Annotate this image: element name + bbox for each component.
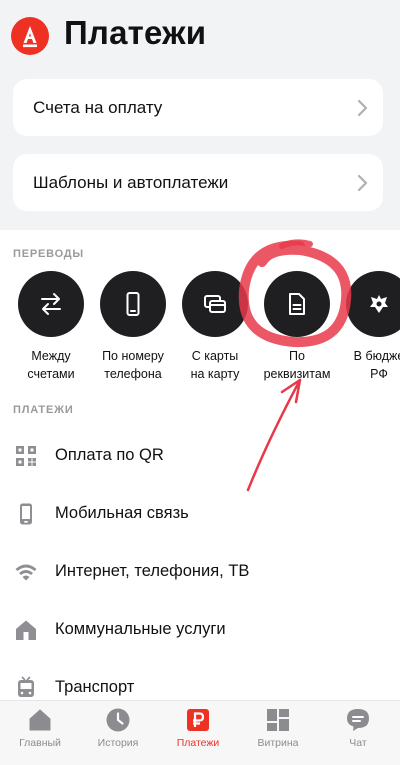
payment-internet[interactable]: Интернет, телефония, ТВ (0, 552, 400, 592)
transfer-label: По реквизитам (263, 349, 331, 381)
tab-label: Витрина (257, 737, 299, 749)
invoices-label: Счета на оплату (33, 98, 163, 117)
payments-section-label: ПЛАТЕЖИ (13, 404, 74, 416)
tab-label: История (97, 737, 139, 749)
transfers-section-label: ПЕРЕВОДЫ (13, 248, 85, 260)
transfer-by-details[interactable]: По реквизитам (256, 271, 338, 383)
tab-history[interactable]: История (78, 707, 158, 749)
emblem-icon (370, 295, 388, 313)
transfer-icon-circle (100, 271, 166, 337)
wifi-icon (15, 564, 37, 581)
tab-label: Главный (19, 737, 61, 749)
transfer-label: В бюдже РФ (353, 349, 400, 381)
transfer-by-phone[interactable]: По номеру телефона (92, 271, 174, 383)
page-title: Платежи (64, 14, 207, 51)
transfer-label: По номеру телефона (102, 349, 164, 381)
payment-label: Интернет, телефония, ТВ (55, 562, 250, 580)
tab-home[interactable]: Главный (0, 707, 80, 749)
payment-utilities[interactable]: Коммунальные услуги (0, 610, 400, 650)
transfer-label: Между счетами (27, 349, 75, 381)
invoices-card[interactable]: Счета на оплату (13, 79, 383, 136)
phone-icon (126, 292, 140, 316)
chevron-right-icon (357, 174, 368, 192)
tab-showcase[interactable]: Витрина (238, 707, 318, 749)
transfer-icon-circle (346, 271, 400, 337)
cards-icon (204, 295, 226, 313)
swap-arrows-icon (41, 293, 61, 315)
transfer-icon-circle (182, 271, 248, 337)
tab-payments[interactable]: Платежи (158, 707, 238, 749)
chat-icon (345, 707, 371, 733)
transfer-to-budget[interactable]: В бюдже РФ (338, 271, 400, 383)
transfers-row: Между счетами По номеру телефона С карты… (0, 271, 400, 391)
payment-label: Мобильная связь (55, 504, 189, 522)
transfer-icon-circle (264, 271, 330, 337)
transfer-label: С карты на карту (190, 349, 240, 381)
transfer-card-to-card[interactable]: С карты на карту (174, 271, 256, 383)
ruble-icon (185, 707, 211, 733)
bus-icon (18, 676, 34, 697)
home-icon (27, 707, 53, 733)
mobile-icon (20, 503, 32, 525)
payment-label: Коммунальные услуги (55, 620, 226, 638)
payment-qr[interactable]: Оплата по QR (0, 436, 400, 476)
tab-chat[interactable]: Чат (318, 707, 398, 749)
templates-card[interactable]: Шаблоны и автоплатежи (13, 154, 383, 211)
house-icon (16, 620, 36, 640)
bottom-tab-bar: Главный История Платежи Витрина Чат (0, 700, 400, 765)
chevron-right-icon (357, 99, 368, 117)
clock-icon (105, 707, 131, 733)
templates-label: Шаблоны и автоплатежи (33, 173, 229, 192)
payment-mobile[interactable]: Мобильная связь (0, 494, 400, 534)
payment-label: Транспорт (55, 678, 135, 696)
grid-icon (265, 707, 291, 733)
transfer-icon-circle (18, 271, 84, 337)
payment-label: Оплата по QR (55, 446, 164, 464)
annotation-circle-stroke (279, 239, 313, 249)
tab-label: Чат (349, 737, 367, 749)
qr-icon (16, 446, 36, 466)
tab-label: Платежи (176, 737, 220, 749)
transfer-between-accounts[interactable]: Между счетами (10, 271, 92, 383)
alfa-logo-icon (11, 17, 49, 55)
document-icon (289, 293, 305, 315)
